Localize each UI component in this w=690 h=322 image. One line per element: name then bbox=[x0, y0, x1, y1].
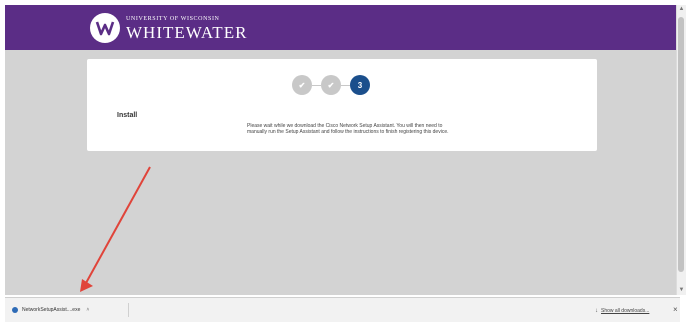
download-bar: NetworkSetupAssist....exe ˄ ↓ Show all d… bbox=[5, 297, 680, 322]
file-icon bbox=[12, 307, 18, 313]
page-content: ✔ ✔ 3 Install Please wait while we downl… bbox=[5, 50, 677, 295]
step-connector bbox=[312, 85, 321, 86]
scroll-thumb[interactable] bbox=[678, 17, 684, 272]
university-logo[interactable]: UNIVERSITY OF WISCONSIN WHITEWATER bbox=[90, 13, 247, 43]
logo-title: WHITEWATER bbox=[126, 22, 248, 42]
logo-subtitle: UNIVERSITY OF WISCONSIN bbox=[126, 15, 220, 22]
show-all-label: Show all downloads... bbox=[601, 308, 650, 314]
vertical-scrollbar[interactable]: ▲ ▼ bbox=[676, 5, 686, 295]
install-card: ✔ ✔ 3 Install Please wait while we downl… bbox=[87, 59, 597, 151]
logo-mark-icon bbox=[90, 13, 120, 43]
install-instructions: Please wait while we download the Cisco … bbox=[247, 123, 449, 135]
show-all-downloads-link[interactable]: ↓ Show all downloads... bbox=[595, 308, 649, 314]
step-connector bbox=[341, 85, 350, 86]
scroll-down-arrow-icon[interactable]: ▼ bbox=[677, 286, 686, 295]
chevron-up-icon[interactable]: ˄ bbox=[86, 307, 89, 313]
download-item[interactable]: NetworkSetupAssist....exe ˄ bbox=[10, 303, 129, 317]
browser-window: UNIVERSITY OF WISCONSIN WHITEWATER ✔ ✔ 3… bbox=[0, 0, 690, 322]
step-1-complete: ✔ bbox=[292, 75, 312, 95]
w-monogram-icon bbox=[95, 21, 115, 36]
step-2-complete: ✔ bbox=[321, 75, 341, 95]
progress-stepper: ✔ ✔ 3 bbox=[292, 75, 392, 97]
section-heading: Install bbox=[117, 112, 138, 119]
site-header: UNIVERSITY OF WISCONSIN WHITEWATER bbox=[5, 5, 677, 50]
scroll-up-arrow-icon[interactable]: ▲ bbox=[677, 5, 686, 14]
download-file-name: NetworkSetupAssist....exe bbox=[22, 307, 81, 313]
logo-text: UNIVERSITY OF WISCONSIN WHITEWATER bbox=[126, 16, 247, 41]
step-3-active: 3 bbox=[350, 75, 370, 95]
download-icon: ↓ bbox=[595, 308, 598, 314]
close-icon[interactable]: × bbox=[673, 305, 678, 314]
